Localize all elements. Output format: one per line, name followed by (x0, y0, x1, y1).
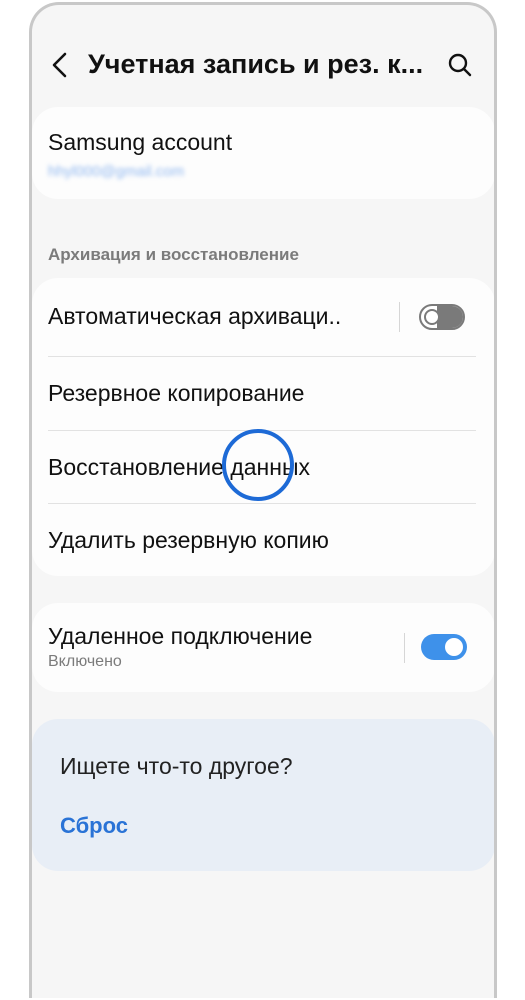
remote-status: Включено (48, 653, 122, 670)
auto-backup-toggle[interactable] (419, 304, 465, 330)
back-button[interactable] (42, 47, 78, 83)
reset-link[interactable]: Сброс (60, 813, 128, 839)
app-header: Учетная запись и рез. к... (32, 5, 494, 105)
suggestion-card: Ищете что-то другое? Сброс (32, 719, 494, 871)
restore-data-label: Восстановление данных (48, 454, 310, 480)
account-email: hhyl000@gmail.com (48, 163, 185, 180)
toggle-knob (443, 636, 465, 658)
account-title: Samsung account (48, 129, 233, 155)
auto-backup-label: Автоматическая архиваци.. (48, 303, 342, 329)
backup-card: Автоматическая архиваци.. Резервное копи… (32, 278, 494, 576)
remote-toggle[interactable] (421, 634, 467, 660)
toggle-knob (424, 309, 440, 325)
suggestion-title: Ищете что-то другое? (60, 753, 293, 779)
phone-frame: Учетная запись и рез. к... Samsung accou… (29, 2, 497, 998)
delete-backup-label: Удалить резервную копию (48, 527, 329, 553)
delete-backup-row[interactable]: Удалить резервную копию (32, 504, 494, 576)
row-separator (404, 633, 405, 663)
search-button[interactable] (442, 47, 478, 83)
backup-data-label: Резервное копирование (48, 380, 305, 406)
remote-title: Удаленное подключение (48, 623, 313, 649)
samsung-account-card[interactable]: Samsung account hhyl000@gmail.com (32, 107, 494, 199)
page-title: Учетная запись и рез. к... (88, 49, 424, 79)
auto-backup-row[interactable]: Автоматическая архиваци.. (32, 278, 494, 356)
backup-data-row[interactable]: Резервное копирование (32, 357, 494, 430)
restore-data-row[interactable]: Восстановление данных (32, 431, 494, 503)
remote-connection-card[interactable]: Удаленное подключение Включено (32, 603, 494, 692)
row-separator (399, 302, 400, 332)
backup-section-header: Архивация и восстановление (48, 245, 299, 264)
search-icon (448, 53, 472, 77)
toggle-track (437, 306, 463, 328)
chevron-left-icon (52, 52, 67, 78)
